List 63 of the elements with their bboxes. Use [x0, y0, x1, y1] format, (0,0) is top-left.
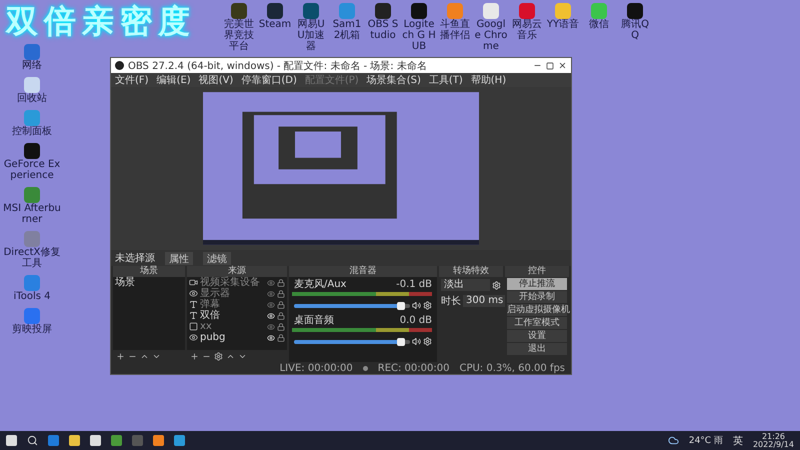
- ime-indicator[interactable]: 英: [732, 434, 743, 448]
- source-item[interactable]: 视频采集设备: [200, 277, 265, 288]
- desktop-icon-label: iTools 4: [14, 291, 50, 302]
- window-title: OBS 27.2.4 (64-bit, windows) - 配置文件: 未命名 - 场景: 未命名: [128, 60, 428, 72]
- source-item[interactable]: xx: [200, 321, 265, 332]
- duration-field[interactable]: 300 ms: [463, 295, 506, 307]
- source-item[interactable]: pubg: [200, 332, 265, 343]
- control-button[interactable]: 工作室模式: [507, 317, 567, 329]
- dock-header: 混音器: [289, 266, 437, 277]
- desktop-icon-label: 腾讯QQ: [620, 19, 650, 41]
- dock-header: 场景: [113, 266, 185, 277]
- menu-item[interactable]: 工具(T): [428, 73, 463, 87]
- duration-label: 时长: [441, 294, 461, 308]
- source-item[interactable]: 显示器: [200, 288, 265, 299]
- source-item[interactable]: 双倍: [200, 310, 265, 321]
- desktop-icon-label: 斗鱼直播伴侣: [439, 19, 471, 41]
- weather-text: 24°C 雨: [688, 435, 723, 447]
- desktop-icon-label: 控制面板: [12, 126, 52, 137]
- menu-item[interactable]: 帮助(H): [470, 73, 506, 87]
- menu-item[interactable]: 文件(F): [115, 73, 149, 87]
- desktop-icon-label: OBS Studio: [366, 19, 400, 41]
- clock-time[interactable]: 21:26: [762, 432, 786, 440]
- rec-time: REC: 00:00:00: [378, 362, 450, 374]
- dock-header: 来源: [187, 266, 287, 277]
- menu-item[interactable]: 场景集合(S): [366, 73, 421, 87]
- control-button[interactable]: 开始录制: [507, 291, 567, 303]
- desktop-icon-label: Steam: [258, 19, 292, 30]
- cpu-status: CPU: 0.3%, 60.00 fps: [459, 362, 565, 374]
- transition-select[interactable]: 淡出: [441, 279, 490, 291]
- desktop-icon-label: 完美世界竞技平台: [223, 19, 255, 52]
- clock-date[interactable]: 2022/9/14: [752, 440, 794, 448]
- control-button[interactable]: 退出: [507, 343, 567, 355]
- menu-item[interactable]: 编辑(E): [156, 73, 191, 87]
- overlay-caption: 双倍亲密度: [6, 1, 196, 42]
- desktop-icon-label: YY语音: [546, 19, 580, 30]
- dock-header: 转场特效: [439, 266, 503, 277]
- desktop-icon-label: Sam12机箱: [332, 19, 362, 41]
- channel-reading: -0.1 dB: [396, 279, 432, 290]
- desktop-icon-label: Google Chrome: [474, 19, 508, 52]
- desktop-icon-label: Logitech G HUB: [402, 19, 436, 52]
- scene-item[interactable]: 场景: [113, 277, 185, 288]
- source-item[interactable]: 弹幕: [200, 299, 265, 310]
- desktop-icon-label: 网易云音乐: [511, 19, 543, 41]
- control-button[interactable]: 停止推流: [507, 278, 567, 290]
- desktop-icon-label: 网易UU加速器: [296, 19, 326, 52]
- menu-item[interactable]: 视图(V): [198, 73, 234, 87]
- dock-header: 控件: [505, 266, 569, 277]
- no-source-label: 未选择源: [115, 252, 155, 265]
- desktop-icon-label: MSI Afterburner: [2, 203, 62, 225]
- desktop-icon-label: 微信: [589, 19, 609, 30]
- control-button[interactable]: 设置: [507, 330, 567, 342]
- toolbar-button[interactable]: 滤镜: [203, 252, 231, 264]
- desktop-icon-label: 回收站: [17, 93, 47, 104]
- toolbar-button[interactable]: 属性: [165, 252, 193, 264]
- channel-name: 麦克风/Aux: [294, 279, 348, 290]
- menu-item[interactable]: 停靠窗口(D): [241, 73, 297, 87]
- desktop-icon-label: DirectX修复工具: [2, 247, 62, 269]
- live-time: LIVE: 00:00:00: [280, 362, 353, 374]
- channel-reading: 0.0 dB: [400, 315, 432, 326]
- channel-name: 桌面音频: [294, 315, 335, 326]
- desktop-icon-label: GeForce Experience: [2, 159, 62, 181]
- desktop-icon-label: 网络: [22, 60, 42, 71]
- desktop-icon-label: 剪映投屏: [12, 324, 52, 335]
